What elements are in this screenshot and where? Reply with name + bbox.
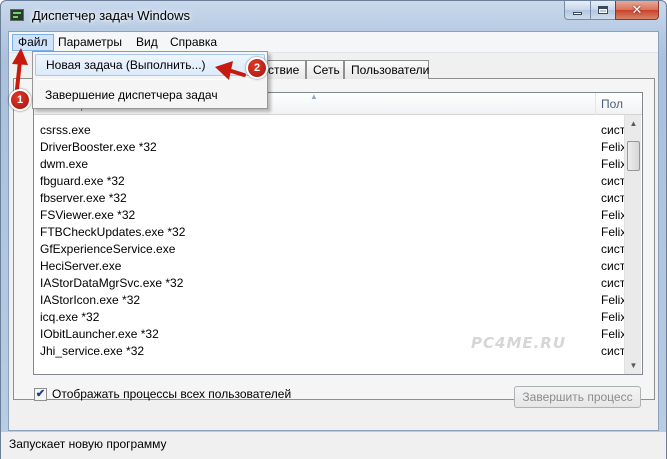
task-manager-window: Диспетчер задач Windows ✕ Файл Параметры… (0, 0, 667, 459)
annotation-arrows (12, 48, 246, 91)
annotation-badge-1: 1 (9, 89, 31, 111)
arrow-2-icon (215, 61, 246, 80)
arrow-1-icon (12, 48, 28, 91)
annotation-badge-2: 2 (246, 57, 268, 79)
